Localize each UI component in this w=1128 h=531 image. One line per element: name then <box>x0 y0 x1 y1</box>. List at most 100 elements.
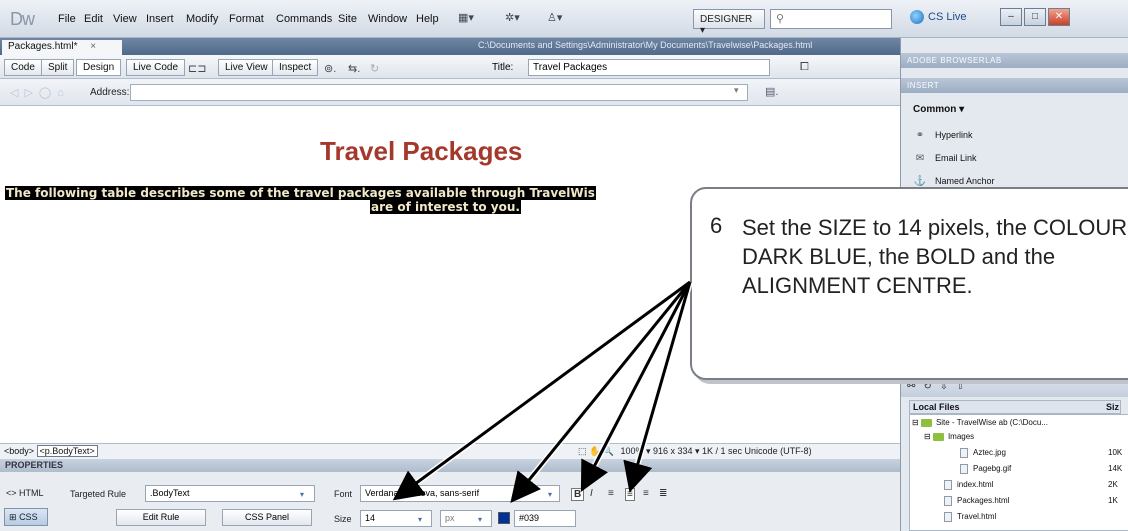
preview-icon[interactable]: ⊚. <box>324 62 336 76</box>
status-info: ⬚ ✋ 🔍 100% ▾ 916 x 334 ▾ 1K / 1 sec Unic… <box>578 446 812 457</box>
compat-icon[interactable]: ⊏⊐ <box>188 62 206 76</box>
unit-select[interactable]: px <box>440 510 492 527</box>
menu-modify[interactable]: Modify <box>186 13 218 25</box>
refresh-icon[interactable]: ↻ <box>370 62 379 76</box>
bold-button[interactable]: B <box>571 488 585 501</box>
css-panel-button[interactable]: CSS Panel <box>222 509 312 526</box>
insert-item-label: Email Link <box>935 153 977 163</box>
close-icon[interactable]: × <box>90 41 96 52</box>
document-tab-bar: Packages.html* × C:\Documents and Settin… <box>0 38 900 55</box>
chevron-down-icon: ▾ <box>418 515 423 524</box>
css-mode-button[interactable]: ⊞ CSS <box>4 508 48 526</box>
maximize-button[interactable]: □ <box>1024 8 1046 26</box>
menu-edit[interactable]: Edit <box>84 13 103 25</box>
menu-help[interactable]: Help <box>416 13 439 25</box>
files-header: Local Files Siz <box>909 400 1121 414</box>
collapse-icon[interactable]: ⊟ <box>912 418 919 427</box>
status-info-text: 100% ▾ 916 x 334 ▾ 1K / 1 sec Unicode (U… <box>620 446 812 456</box>
site-icon[interactable]: ♙▾ <box>547 11 562 25</box>
color-input[interactable]: #039 <box>514 510 576 527</box>
code-view-button[interactable]: Code <box>4 59 42 76</box>
file-size: 14K <box>1108 464 1123 473</box>
menu-site[interactable]: Site <box>338 13 357 25</box>
live-code-button[interactable]: Live Code <box>126 59 186 76</box>
workspace-switcher[interactable]: DESIGNER ▾ <box>693 9 765 36</box>
tag-p-bodytext[interactable]: <p.BodyText> <box>36 445 98 457</box>
select-tool-icon[interactable]: ⬚ ✋ 🔍 <box>578 446 614 456</box>
align-left-icon[interactable]: ≡ <box>608 488 614 499</box>
html-file-icon <box>944 512 952 522</box>
properties-panel: PROPERTIES <> HTML ⊞ CSS Targeted Rule .… <box>0 459 900 531</box>
file-mgmt-icon[interactable]: ⇆. <box>348 62 360 76</box>
check-browser-icon[interactable]: ⧠ <box>800 61 809 74</box>
design-view-button[interactable]: Design <box>76 59 122 76</box>
title-input[interactable]: Travel Packages <box>528 59 770 76</box>
intro-text-line-1[interactable]: The following table describes some of th… <box>5 186 596 200</box>
file-row-pagebg[interactable]: Pagebg.gif <box>960 464 1011 474</box>
inspect-button[interactable]: Inspect <box>272 59 319 76</box>
close-button[interactable]: ✕ <box>1048 8 1070 26</box>
css-icon: ⊞ <box>9 512 17 522</box>
html-mode-button[interactable]: <> HTML <box>6 488 44 498</box>
color-swatch[interactable] <box>498 512 510 524</box>
file-size: 10K <box>1108 448 1123 457</box>
menu-insert[interactable]: Insert <box>146 13 174 25</box>
extend-icon[interactable]: ✲▾ <box>505 11 520 25</box>
address-input[interactable] <box>130 84 748 101</box>
menubar: Dw File Edit View Insert Modify Format C… <box>0 0 1128 38</box>
local-files-label: Local Files <box>913 402 960 412</box>
split-view-button[interactable]: Split <box>41 59 75 76</box>
collapse-icon[interactable]: ⊟ <box>924 432 931 441</box>
tag-body[interactable]: <body> <box>4 446 34 456</box>
menu-file[interactable]: File <box>58 13 76 25</box>
address-dropdown-icon[interactable]: ▾ <box>734 85 739 96</box>
nav-icons[interactable]: ◁▷◯⌂ <box>10 86 70 99</box>
files-tree: ⊟ Site - TravelWise ab (C:\Docu... ⊟ Ima… <box>909 414 1128 531</box>
tab-packages[interactable]: Packages.html* × <box>2 40 122 55</box>
file-row-travel[interactable]: Travel.html <box>944 512 996 522</box>
files-toolbar[interactable]: ⚯↻⇩⇧ <box>901 380 1128 397</box>
instruction-callout: 6 Set the SIZE to 14 pixels, the COLOUR … <box>690 187 1128 380</box>
image-file-icon <box>960 464 968 474</box>
intro-text-line-2[interactable]: are of interest to you. <box>370 200 521 214</box>
browserlab-panel-header[interactable]: ADOBE BROWSERLAB <box>901 53 1128 68</box>
page-heading[interactable]: Travel Packages <box>320 136 522 167</box>
browser-options-icon[interactable]: ▤. <box>765 85 778 98</box>
live-view-button[interactable]: Live View <box>218 59 275 76</box>
font-select[interactable]: Verdana, Geneva, sans-serif <box>360 485 560 502</box>
insert-hyperlink[interactable]: ⚭ Hyperlink <box>913 130 973 142</box>
targeted-rule-select[interactable]: .BodyText <box>145 485 315 502</box>
file-row-packages[interactable]: Packages.html <box>944 496 1009 506</box>
italic-button[interactable]: I <box>590 488 593 499</box>
file-row-aztec[interactable]: Aztec.jpg <box>960 448 1006 458</box>
search-input[interactable]: ⚲ <box>770 9 892 29</box>
insert-panel-header[interactable]: INSERT <box>901 78 1128 93</box>
file-row-site[interactable]: ⊟ Site - TravelWise ab (C:\Docu... <box>912 418 1048 427</box>
html-file-icon <box>944 480 952 490</box>
minimize-button[interactable]: – <box>1000 8 1022 26</box>
insert-email-link[interactable]: ✉ Email Link <box>913 153 977 165</box>
callout-step-number: 6 <box>710 213 723 238</box>
menu-view[interactable]: View <box>113 13 137 25</box>
file-name: Travel.html <box>957 512 997 522</box>
tab-label: Packages.html* <box>8 41 78 52</box>
menu-window[interactable]: Window <box>368 13 407 25</box>
edit-rule-button[interactable]: Edit Rule <box>116 509 206 526</box>
document-toolbar: Code Split Design Live Code ⊏⊐ Live View… <box>0 55 900 79</box>
align-right-icon[interactable]: ≡ <box>643 488 649 499</box>
cslive-button[interactable]: CS Live <box>910 10 967 24</box>
file-row-images[interactable]: ⊟ Images <box>924 432 974 441</box>
address-label: Address: <box>90 87 130 98</box>
file-name: Images <box>947 432 975 441</box>
size-column-label: Siz <box>1106 402 1120 412</box>
align-center-icon[interactable]: ≡ <box>625 488 635 501</box>
menu-commands[interactable]: Commands <box>276 13 332 25</box>
menu-format[interactable]: Format <box>229 13 264 25</box>
insert-category-select[interactable]: Common ▾ <box>913 104 964 115</box>
html-file-icon <box>944 496 952 506</box>
tag-selector: <body> <p.BodyText> <box>4 445 98 457</box>
justify-icon[interactable]: ≣ <box>659 488 667 499</box>
layout-icon[interactable]: ▦▾ <box>458 11 474 25</box>
file-name: Aztec.jpg <box>973 448 1006 458</box>
file-row-index[interactable]: index.html <box>944 480 993 490</box>
